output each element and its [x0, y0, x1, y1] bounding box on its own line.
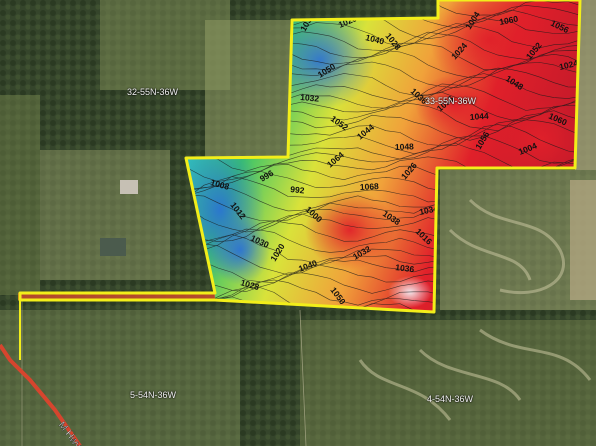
- contour-elevation-label: 1032: [300, 92, 320, 104]
- section-label-5-54n-36w: 5-54N-36W: [130, 390, 177, 400]
- map-canvas: 1030 10201040102810501032 1036 101610441048…: [0, 0, 596, 446]
- section-label-32-55n-36w: 32-55N-36W: [127, 87, 179, 97]
- contour-elevation-label: 1048: [395, 141, 415, 152]
- contour-elevation-label: 1068: [360, 181, 380, 192]
- contour-elevation-label: 1044: [469, 111, 489, 122]
- section-label-4-54n-36w: 4-54N-36W: [427, 394, 474, 404]
- section-label-33-55n-36w: 33-55N-36W: [425, 96, 477, 106]
- contour-elevation-label: 992: [290, 184, 305, 195]
- aerial-elevation-map[interactable]: 1030 1020 1040 1028 1050 1032 1036 1016 1044 1048…: [0, 0, 596, 446]
